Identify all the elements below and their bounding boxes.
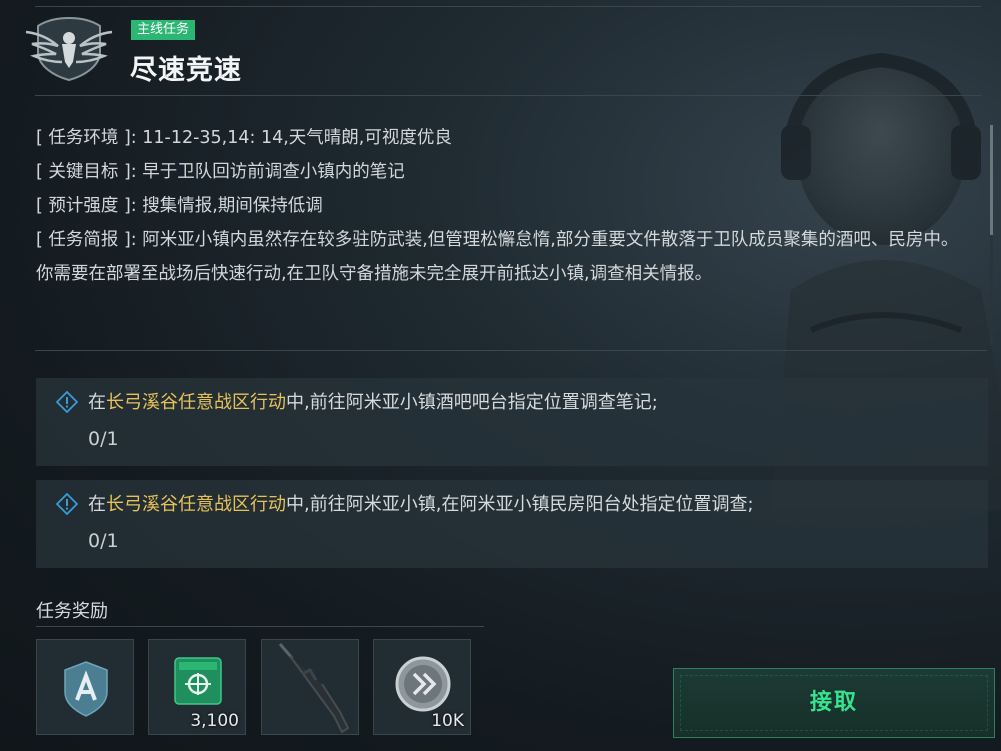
reward-count: 10K (431, 711, 464, 731)
target-row: [ 关键目标 ]: 早于卫队回访前调查小镇内的笔记 (36, 155, 986, 189)
reward-item[interactable] (261, 639, 359, 735)
briefing-row: [ 任务简报 ]: 阿米亚小镇内虽然存在较多驻防武装,但管理松懈怠惰,部分重要文… (36, 223, 971, 291)
briefing-value: : 阿米亚小镇内虽然存在较多驻防武装,但管理松懈怠惰,部分重要文件散落于卫队成员… (36, 230, 959, 284)
environment-label: [ 任务环境 ] (36, 128, 131, 148)
shield-emblem-icon (64, 661, 108, 717)
rewards-divider (36, 626, 484, 627)
environment-row: [ 任务环境 ]: 11-12-35,14: 14,天气晴朗,可视度优良 (36, 121, 986, 155)
target-label: [ 关键目标 ] (36, 162, 131, 182)
objective-location-link: 长弓溪谷任意战区行动 (106, 392, 286, 413)
objective-location-link: 长弓溪谷任意战区行动 (106, 494, 286, 515)
mission-type-badge: 主线任务 (131, 20, 196, 40)
objective-progress: 0/1 (88, 428, 119, 450)
objective-prefix: 在 (88, 494, 106, 515)
reward-item[interactable]: 3,100 (148, 639, 246, 735)
mission-title: 尽速竞速 (130, 55, 242, 86)
reward-item[interactable] (36, 639, 134, 735)
top-divider (35, 6, 981, 7)
objective-item: 在长弓溪谷任意战区行动中,前往阿米亚小镇,在阿米亚小镇民房阳台处指定位置调查; … (36, 480, 988, 568)
reward-count: 3,100 (190, 711, 239, 731)
accept-mission-button[interactable]: 接取 (673, 668, 995, 738)
info-diamond-icon[interactable] (56, 391, 78, 413)
mission-info: [ 任务环境 ]: 11-12-35,14: 14,天气晴朗,可视度优良 [ 关… (36, 121, 986, 291)
environment-value: : 11-12-35,14: 14,天气晴朗,可视度优良 (130, 128, 452, 148)
eagle-emblem-icon (25, 16, 113, 82)
rewards-heading: 任务奖励 (36, 601, 108, 622)
objective-item: 在长弓溪谷任意战区行动中,前往阿米亚小镇酒吧吧台指定位置调查笔记; 0/1 (36, 378, 988, 466)
target-value: : 早于卫队回访前调查小镇内的笔记 (130, 162, 405, 182)
objective-text: 在长弓溪谷任意战区行动中,前往阿米亚小镇,在阿米亚小镇民房阳台处指定位置调查; (88, 490, 754, 516)
intensity-row: [ 预计强度 ]: 搜集情报,期间保持低调 (36, 189, 986, 223)
objective-suffix: 中,前往阿米亚小镇,在阿米亚小镇民房阳台处指定位置调查; (286, 494, 754, 515)
reward-item[interactable]: 10K (373, 639, 471, 735)
objective-text: 在长弓溪谷任意战区行动中,前往阿米亚小镇酒吧吧台指定位置调查笔记; (88, 388, 658, 414)
info-diamond-icon[interactable] (56, 493, 78, 515)
section-divider (35, 350, 987, 351)
rifle-icon (278, 643, 350, 734)
info-scrollbar-thumb[interactable] (990, 125, 993, 235)
objective-suffix: 中,前往阿米亚小镇酒吧吧台指定位置调查笔记; (286, 392, 658, 413)
intensity-value: : 搜集情报,期间保持低调 (130, 196, 323, 216)
header-divider (35, 95, 981, 96)
objective-prefix: 在 (88, 392, 106, 413)
intensity-label: [ 预计强度 ] (36, 196, 131, 216)
briefing-label: [ 任务简报 ] (36, 230, 131, 250)
objective-progress: 0/1 (88, 530, 119, 552)
